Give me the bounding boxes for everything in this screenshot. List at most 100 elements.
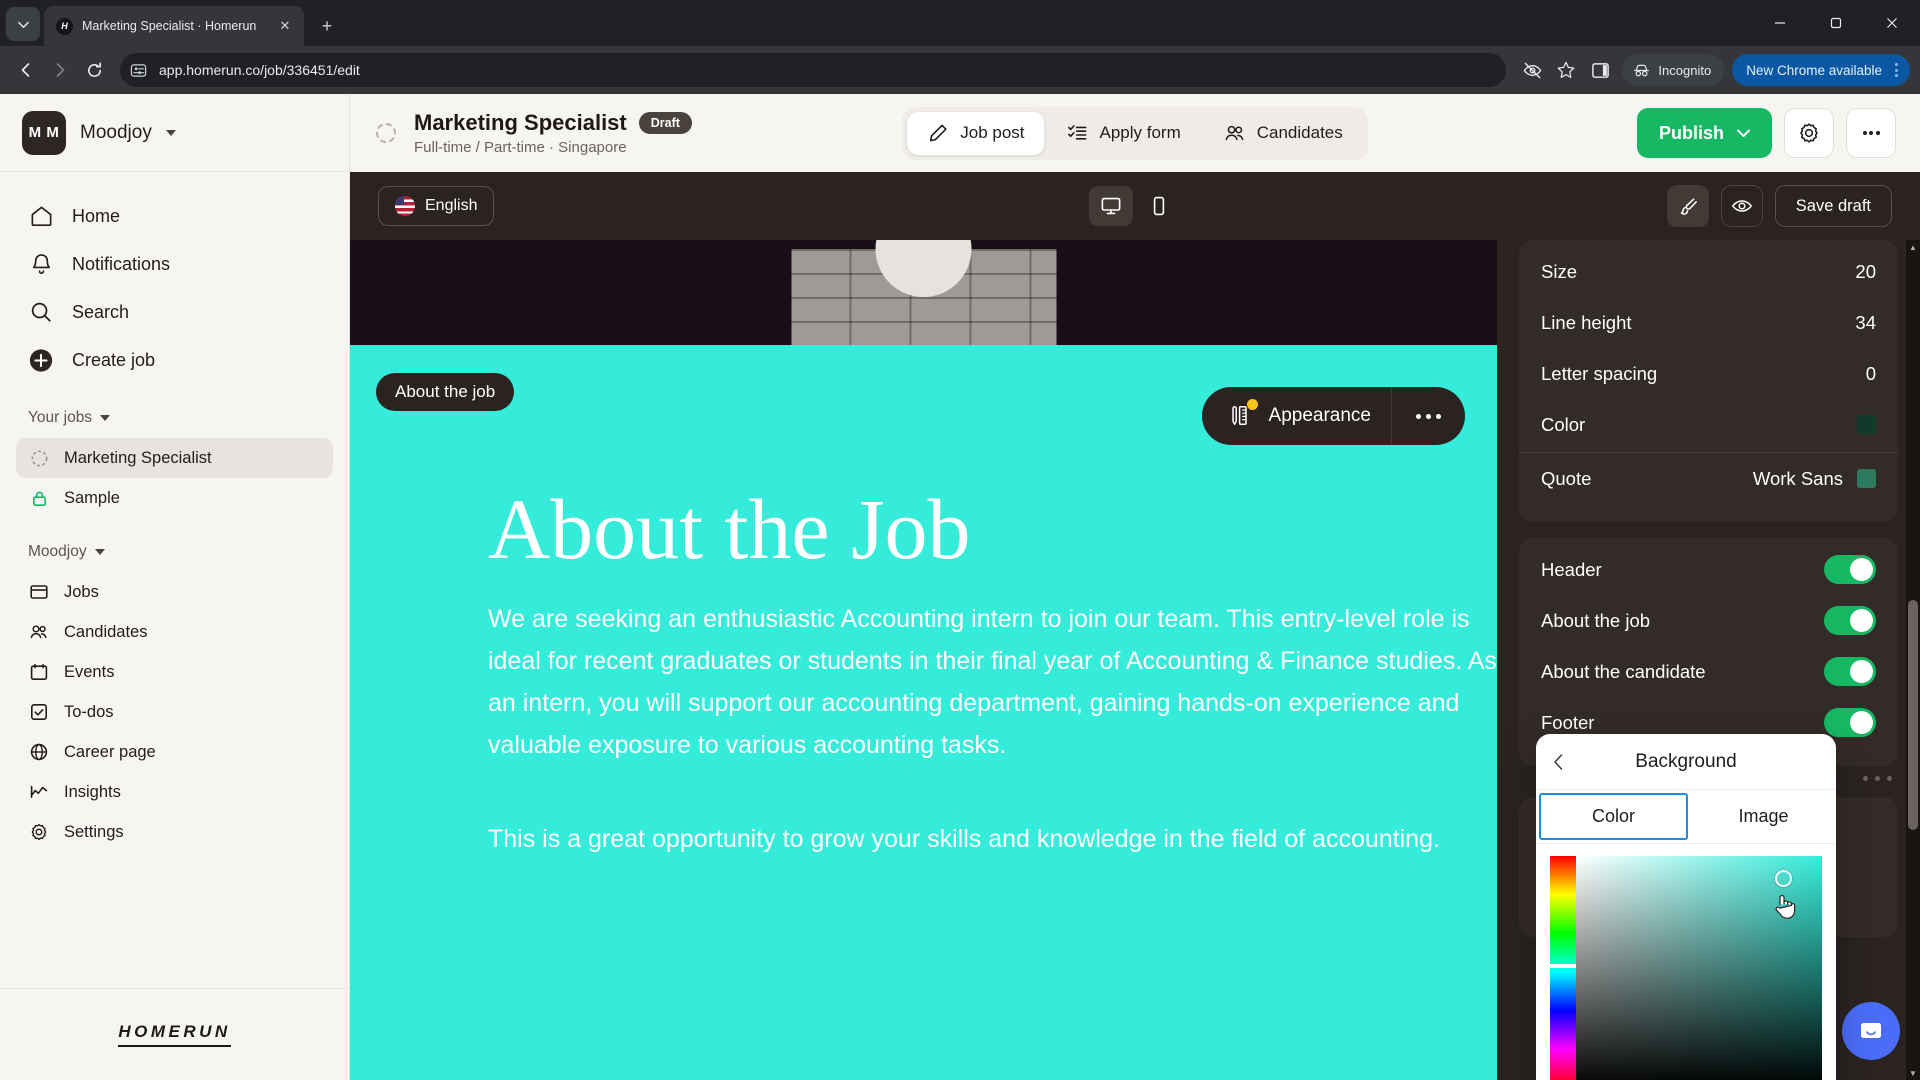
section-label-text: Your jobs: [28, 409, 93, 426]
color-swatch[interactable]: [1857, 415, 1876, 434]
mobile-icon: [1153, 196, 1165, 216]
color-picker-thumb[interactable]: [1775, 869, 1793, 887]
typography-row-line-height[interactable]: Line height 34: [1541, 297, 1876, 348]
sidebar-item-candidates[interactable]: Candidates: [16, 612, 333, 652]
forward-icon[interactable]: [44, 54, 76, 86]
sidebar-item-notifications[interactable]: Notifications: [16, 240, 333, 288]
new-tab-button[interactable]: +: [312, 11, 342, 41]
sidebar-item-sample[interactable]: Sample: [16, 478, 333, 518]
maximize-icon[interactable]: [1808, 0, 1864, 46]
your-jobs-section-label[interactable]: Your jobs: [16, 398, 333, 438]
scrollbar-thumb[interactable]: [1908, 600, 1918, 830]
job-more-button[interactable]: [1846, 108, 1896, 158]
appearance-button[interactable]: Appearance: [1202, 387, 1391, 445]
desktop-icon: [1101, 197, 1121, 215]
mobile-view-button[interactable]: [1137, 186, 1181, 226]
minimize-icon[interactable]: [1752, 0, 1808, 46]
support-chat-button[interactable]: [1842, 1002, 1900, 1060]
search-icon: [28, 299, 54, 325]
workspace-section-label[interactable]: Moodjoy: [16, 532, 333, 572]
chrome-update-chip[interactable]: New Chrome available: [1732, 54, 1910, 86]
dashed-circle-icon: [376, 123, 396, 143]
quote-color-swatch[interactable]: [1857, 469, 1876, 488]
close-icon[interactable]: ✕: [276, 17, 294, 35]
save-draft-button[interactable]: Save draft: [1774, 185, 1892, 227]
tab-apply-form[interactable]: Apply form: [1047, 112, 1201, 155]
side-panel-icon[interactable]: [1584, 54, 1616, 86]
tab-candidates[interactable]: Candidates: [1203, 112, 1363, 155]
toggle-switch[interactable]: [1824, 657, 1876, 686]
close-window-icon[interactable]: [1864, 0, 1920, 46]
gear-icon: [28, 821, 50, 843]
sidebar-item-label: Events: [64, 662, 115, 681]
about-paragraph-2[interactable]: This is a great opportunity to grow your…: [488, 818, 1497, 860]
hue-slider[interactable]: [1549, 856, 1577, 1080]
preview-button[interactable]: [1720, 185, 1763, 227]
chevron-down-icon[interactable]: [165, 129, 176, 136]
popover-title: Background: [1635, 750, 1737, 772]
org-switcher[interactable]: M M Moodjoy: [0, 94, 349, 172]
sidebar-item-todos[interactable]: To-dos: [16, 692, 333, 732]
sidebar-item-jobs[interactable]: Jobs: [16, 572, 333, 612]
sidebar-item-home[interactable]: Home: [16, 192, 333, 240]
sidebar-item-events[interactable]: Events: [16, 652, 333, 692]
appearance-more-button[interactable]: [1392, 413, 1465, 419]
sidebar-item-marketing-specialist[interactable]: Marketing Specialist: [16, 438, 333, 478]
browser-tab[interactable]: H Marketing Specialist · Homerun ✕: [44, 6, 304, 46]
scroll-up-icon[interactable]: ▲: [1906, 240, 1920, 254]
hue-slider-thumb[interactable]: [1549, 963, 1577, 968]
sidebar-item-insights[interactable]: Insights: [16, 772, 333, 812]
tab-label: Apply form: [1099, 123, 1181, 142]
toggle-switch[interactable]: [1824, 555, 1876, 584]
job-settings-button[interactable]: [1784, 108, 1834, 158]
chevron-down-icon[interactable]: [94, 549, 105, 555]
toggle-switch[interactable]: [1824, 708, 1876, 737]
chevron-left-icon[interactable]: [1552, 753, 1565, 771]
language-selector[interactable]: English: [378, 186, 495, 226]
section-toggle-header[interactable]: Header: [1541, 544, 1876, 595]
sidebar-item-label: Marketing Specialist: [64, 448, 212, 467]
browser-tabstrip: H Marketing Specialist · Homerun ✕ +: [0, 0, 1920, 46]
sidebar-item-label: Career page: [64, 742, 156, 761]
back-icon[interactable]: [10, 54, 42, 86]
checklist-icon: [1067, 122, 1089, 144]
typography-row-color[interactable]: Color: [1541, 399, 1876, 450]
about-paragraph-1[interactable]: We are seeking an enthusiastic Accountin…: [488, 598, 1497, 766]
chrome-menu-icon[interactable]: [1891, 63, 1902, 77]
tab-image[interactable]: Image: [1691, 790, 1836, 843]
section-toggle-about-the-candidate[interactable]: About the candidate: [1541, 646, 1876, 697]
chevron-down-icon[interactable]: [1737, 129, 1750, 138]
sidebar-item-settings[interactable]: Settings: [16, 812, 333, 852]
sidebar-item-career-page[interactable]: Career page: [16, 732, 333, 772]
job-post-preview[interactable]: About the job About the Job We are seeki…: [350, 240, 1497, 1080]
about-the-job-section[interactable]: About the job About the Job We are seeki…: [350, 345, 1497, 1080]
address-bar[interactable]: app.homerun.co/job/336451/edit: [120, 53, 1507, 87]
desktop-view-button[interactable]: [1089, 186, 1133, 226]
hide-password-icon[interactable]: [1516, 54, 1548, 86]
publish-button[interactable]: Publish: [1636, 108, 1772, 158]
site-settings-icon[interactable]: [130, 62, 147, 79]
tab-job-post[interactable]: Job post: [907, 111, 1045, 155]
hero-strip: [350, 240, 1497, 345]
editor-scrollbar[interactable]: ▲ ▼: [1906, 240, 1920, 1080]
tab-color[interactable]: Color: [1539, 793, 1688, 840]
tab-title: Marketing Specialist · Homerun: [82, 19, 257, 33]
about-heading[interactable]: About the Job: [488, 486, 1497, 572]
quote-row[interactable]: Quote Work Sans: [1541, 453, 1876, 504]
scroll-down-icon[interactable]: ▼: [1906, 1066, 1920, 1080]
reload-icon[interactable]: [78, 54, 110, 86]
typography-row-letter-spacing[interactable]: Letter spacing 0: [1541, 348, 1876, 399]
incognito-chip[interactable]: Incognito: [1622, 54, 1725, 86]
about-content: About the Job We are seeking an enthusia…: [350, 391, 1497, 860]
toggle-switch[interactable]: [1824, 606, 1876, 635]
typography-row-size[interactable]: Size 20: [1541, 246, 1876, 297]
tab-search-button[interactable]: [6, 7, 40, 41]
sidebar-item-search[interactable]: Search: [16, 288, 333, 336]
sidebar-item-create-job[interactable]: Create job: [16, 336, 333, 384]
chevron-down-icon[interactable]: [100, 415, 111, 421]
section-toggle-about-the-job[interactable]: About the job: [1541, 595, 1876, 646]
saturation-value-area[interactable]: [1576, 856, 1822, 1080]
avatar: M M: [22, 110, 66, 155]
bookmark-star-icon[interactable]: [1550, 54, 1582, 86]
brush-button[interactable]: [1666, 185, 1709, 227]
